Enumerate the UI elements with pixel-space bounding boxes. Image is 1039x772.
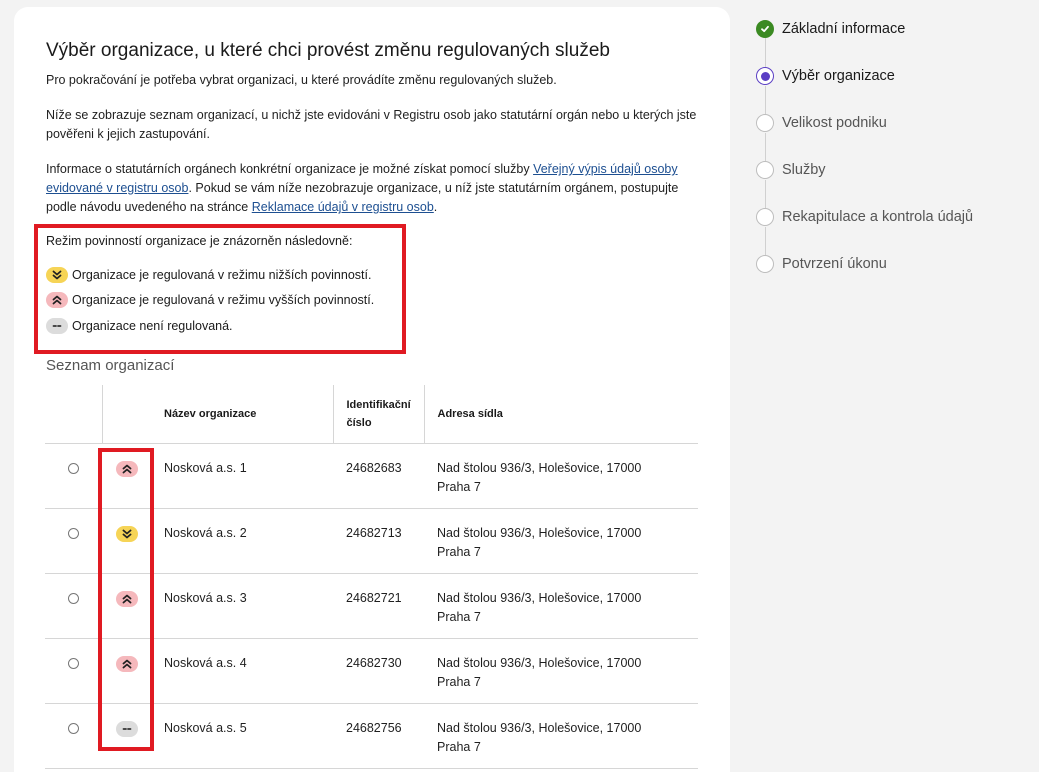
address-line2: Praha 7 — [437, 544, 481, 559]
intro-text: Pro pokračování je potřeba vybrat organi… — [46, 73, 557, 87]
step-label: Základní informace — [782, 21, 906, 37]
step-company-size: Velikost podniku — [756, 114, 887, 132]
org-radio-button[interactable] — [68, 462, 79, 474]
org-id: 24682713 — [333, 508, 424, 574]
select-column-header — [45, 385, 102, 444]
empty-step-icon — [756, 255, 774, 273]
org-radio-button[interactable] — [68, 592, 79, 604]
chevrons-up-icon — [46, 292, 68, 308]
org-name: Nosková a.s. 4 — [151, 638, 333, 704]
organization-list-heading: Seznam organizací — [46, 357, 175, 374]
id-column-header: Identifikační číslo — [332, 385, 424, 444]
step-confirmation: Potvrzení úkonu — [756, 255, 887, 273]
org-radio-button[interactable] — [68, 722, 79, 734]
registry-complaint-link[interactable]: Reklamace údajů v registru osob — [252, 200, 434, 214]
step-label: Výběr organizace — [782, 68, 895, 84]
dashes-icon — [46, 318, 68, 334]
org-id: 24682683 — [333, 443, 424, 509]
row-select-cell[interactable] — [45, 573, 102, 639]
org-address: Nad štolou 936/3, Holešovice, 17000 Praha… — [424, 573, 698, 639]
legend-item-high: Organizace je regulovaná v režimu vyššíc… — [46, 292, 374, 308]
page-title: Výběr organizace, u které chci provést z… — [46, 40, 610, 61]
empty-step-icon — [756, 114, 774, 132]
step-connector — [765, 38, 766, 67]
org-id: 24682756 — [333, 703, 424, 769]
address-line1: Nad štolou 936/3, Holešovice, 17000 — [437, 590, 642, 605]
id-header-line2: číslo — [346, 416, 372, 429]
org-name: Nosková a.s. 1 — [151, 443, 333, 509]
statutory-info-text-end: . — [433, 200, 438, 214]
step-label: Velikost podniku — [782, 115, 887, 131]
step-connector — [765, 86, 766, 114]
row-select-cell[interactable] — [45, 508, 102, 574]
org-radio-button[interactable] — [68, 527, 79, 539]
empty-step-icon — [756, 161, 774, 179]
regime-column-highlight-box — [98, 448, 154, 751]
address-line1: Nad štolou 936/3, Holešovice, 17000 — [437, 460, 642, 475]
legend-item-low: Organizace je regulovaná v režimu nižšíc… — [46, 267, 371, 283]
org-name: Nosková a.s. 2 — [151, 508, 333, 574]
row-select-cell[interactable] — [45, 638, 102, 704]
row-select-cell[interactable] — [45, 703, 102, 769]
step-label: Služby — [782, 162, 826, 178]
table-header-row: Název organizace Identifikační číslo Adre… — [45, 385, 698, 444]
address-line2: Praha 7 — [437, 739, 481, 754]
legend-item-label: Organizace je regulovaná v režimu vyššíc… — [72, 293, 375, 307]
org-name: Nosková a.s. 3 — [151, 573, 333, 639]
step-summary-check: Rekapitulace a kontrola údajů — [756, 208, 973, 226]
empty-step-icon — [756, 208, 774, 226]
legend-heading: Režim povinností organizace je znázorněn… — [46, 234, 353, 248]
step-organization-selection[interactable]: Výběr organizace — [756, 67, 895, 85]
legend-item-none: Organizace není regulovaná. — [46, 318, 233, 334]
statutory-info-text: Informace o statutárních orgánech konkré… — [46, 160, 706, 217]
chevrons-down-icon — [46, 267, 68, 283]
address-line1: Nad štolou 936/3, Holešovice, 17000 — [437, 525, 642, 540]
address-column-header: Adresa sídla — [423, 385, 698, 444]
check-icon — [756, 20, 774, 38]
row-select-cell[interactable] — [45, 443, 102, 509]
step-label: Rekapitulace a kontrola údajů — [782, 209, 974, 225]
org-radio-button[interactable] — [68, 657, 79, 669]
regime-column-header — [101, 385, 151, 444]
org-id: 24682730 — [333, 638, 424, 704]
current-step-icon — [756, 67, 774, 85]
org-address: Nad štolou 936/3, Holešovice, 17000 Praha… — [424, 703, 698, 769]
step-basic-info[interactable]: Základní informace — [756, 20, 905, 38]
step-connector — [765, 133, 766, 161]
step-connector — [765, 180, 766, 208]
name-column-header: Název organizace — [151, 385, 333, 444]
statutory-info-text-start: Informace o statutárních orgánech konkré… — [46, 162, 534, 176]
address-line2: Praha 7 — [437, 479, 481, 494]
step-services: Služby — [756, 161, 826, 179]
org-address: Nad štolou 936/3, Holešovice, 17000 Praha… — [424, 638, 698, 704]
legend-item-label: Organizace není regulovaná. — [72, 319, 233, 333]
org-name: Nosková a.s. 5 — [151, 703, 333, 769]
org-address: Nad štolou 936/3, Holešovice, 17000 Praha… — [424, 443, 698, 509]
address-line1: Nad štolou 936/3, Holešovice, 17000 — [437, 720, 642, 735]
org-address: Nad štolou 936/3, Holešovice, 17000 Praha… — [424, 508, 698, 574]
address-line2: Praha 7 — [437, 674, 481, 689]
id-header-line1: Identifikační — [346, 398, 411, 411]
step-label: Potvrzení úkonu — [782, 256, 887, 272]
registry-info-text: Níže se zobrazuje seznam organizací, u n… — [46, 108, 697, 141]
step-connector — [765, 227, 766, 255]
address-line2: Praha 7 — [437, 609, 481, 624]
legend-item-label: Organizace je regulovaná v režimu nižšíc… — [72, 268, 372, 282]
address-line1: Nad štolou 936/3, Holešovice, 17000 — [437, 655, 642, 670]
org-id: 24682721 — [333, 573, 424, 639]
